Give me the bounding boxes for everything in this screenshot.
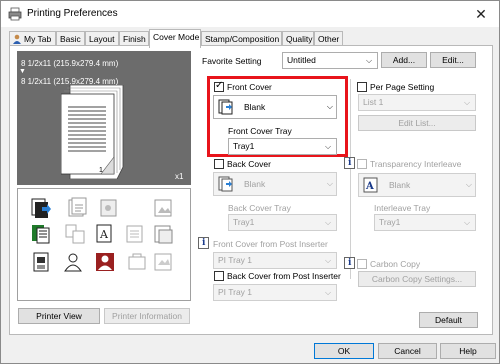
function-icon-panel: A bbox=[17, 188, 191, 301]
chevron-down-icon: ⌵ bbox=[465, 180, 472, 189]
edit-list-button: Edit List... bbox=[358, 115, 476, 131]
favorite-setting-label: Favorite Setting bbox=[202, 56, 262, 66]
carbon-copy-checkbox bbox=[357, 259, 367, 269]
secure-print-icon[interactable] bbox=[126, 251, 148, 273]
svg-text:A: A bbox=[99, 228, 109, 241]
transparency-interleave-label: Transparency Interleave bbox=[370, 159, 462, 169]
page-stack-illustration bbox=[61, 85, 124, 179]
per-page-setting-checkbox[interactable] bbox=[357, 82, 367, 92]
close-button[interactable]: ✕ bbox=[471, 5, 491, 23]
printing-preferences-window: Printing Preferences ✕ My Tab Basic Layo… bbox=[0, 0, 500, 364]
carbon-copy-settings-button: Carbon Copy Settings... bbox=[358, 271, 476, 287]
chevron-down-icon: ⌵ bbox=[324, 142, 332, 151]
insert-image-icon[interactable] bbox=[152, 197, 174, 219]
booklet-icon[interactable] bbox=[66, 197, 88, 219]
chevron-down-icon: ⌵ bbox=[324, 288, 332, 297]
chapter-icon[interactable] bbox=[98, 197, 120, 219]
transparency-interleave-checkbox bbox=[357, 159, 367, 169]
overlay-icon[interactable] bbox=[124, 223, 146, 245]
cover-mode-icon[interactable] bbox=[30, 197, 52, 219]
favorite-setting-select[interactable]: Untitled ⌵ bbox=[282, 52, 378, 69]
printer-information-button: Printer Information bbox=[104, 308, 190, 324]
cancel-button[interactable]: Cancel bbox=[378, 343, 437, 359]
column-separator bbox=[350, 79, 351, 279]
tab-cover-mode[interactable]: Cover Mode bbox=[149, 29, 201, 48]
svg-text:A: A bbox=[365, 181, 374, 192]
cover-blank-icon bbox=[218, 99, 233, 115]
checkmark-icon: ✓ bbox=[215, 80, 224, 91]
chevron-down-icon: ⌵ bbox=[463, 98, 471, 107]
add-favorite-button[interactable]: Add... bbox=[381, 52, 427, 68]
carbon-copy-label: Carbon Copy bbox=[370, 259, 421, 269]
back-cover-select: Blank ⌵ bbox=[213, 172, 337, 196]
front-cover-tray-select[interactable]: Tray1 ⌵ bbox=[228, 138, 337, 155]
window-title: Printing Preferences bbox=[27, 8, 118, 19]
info-icon: i bbox=[198, 237, 209, 249]
per-page-list-select: List 1 ⌵ bbox=[358, 94, 476, 111]
front-cover-checkbox[interactable]: ✓ bbox=[214, 80, 224, 92]
printer-icon bbox=[8, 7, 22, 21]
chevron-down-icon: ⌵ bbox=[326, 179, 333, 188]
cover-blank-icon bbox=[218, 176, 233, 192]
chevron-down-icon: ⌵ bbox=[326, 102, 333, 111]
info-icon: i bbox=[344, 257, 355, 269]
box-save-icon[interactable] bbox=[152, 251, 174, 273]
front-cover-post-inserter-select: PI Tray 1 ⌵ bbox=[213, 252, 337, 269]
down-arrow-icon: ▼ bbox=[19, 68, 26, 75]
front-cover-label: Front Cover bbox=[227, 82, 272, 92]
preview-paper-size-original: 8 1/2x11 (215.9x279.4 mm) bbox=[21, 59, 119, 68]
title-bar: Printing Preferences ✕ bbox=[1, 1, 499, 27]
front-cover-post-inserter-label: Front Cover from Post Inserter bbox=[213, 239, 328, 249]
per-page-setting-label: Per Page Setting bbox=[370, 82, 435, 92]
header-footer-icon[interactable] bbox=[30, 251, 52, 273]
account-track-icon[interactable] bbox=[94, 251, 116, 273]
edit-favorite-button[interactable]: Edit... bbox=[430, 52, 476, 68]
transparency-interleave-select: A Blank ⌵ bbox=[358, 173, 476, 197]
interleave-tray-label: Interleave Tray bbox=[374, 203, 431, 213]
user-authentication-icon[interactable] bbox=[62, 251, 84, 273]
insert-sheet-icon[interactable] bbox=[30, 223, 52, 245]
front-cover-tray-label: Front Cover Tray bbox=[228, 126, 292, 136]
chevron-down-icon: ⌵ bbox=[365, 56, 373, 65]
page-number-icon[interactable] bbox=[152, 223, 174, 245]
back-cover-label: Back Cover bbox=[227, 159, 271, 169]
default-button[interactable]: Default bbox=[419, 312, 478, 328]
user-icon bbox=[13, 34, 21, 44]
preview-page-number: 1 bbox=[99, 167, 103, 174]
printer-view-button[interactable]: Printer View bbox=[18, 308, 100, 324]
info-icon: i bbox=[344, 157, 355, 169]
back-cover-checkbox[interactable] bbox=[214, 159, 224, 169]
watermark-icon[interactable] bbox=[64, 223, 86, 245]
back-cover-tray-label: Back Cover Tray bbox=[228, 203, 291, 213]
help-button[interactable]: Help bbox=[440, 343, 496, 359]
chevron-down-icon: ⌵ bbox=[463, 218, 471, 227]
back-cover-tray-select: Tray1 ⌵ bbox=[228, 214, 337, 231]
stamp-text-icon[interactable]: A bbox=[94, 223, 116, 245]
transparency-a-icon: A bbox=[363, 177, 378, 193]
chevron-down-icon: ⌵ bbox=[324, 256, 332, 265]
chevron-down-icon: ⌵ bbox=[324, 218, 332, 227]
ok-button[interactable]: OK bbox=[314, 343, 374, 359]
preview-copy-count: x1 bbox=[175, 172, 184, 181]
interleave-tray-select: Tray1 ⌵ bbox=[374, 214, 476, 231]
back-cover-post-inserter-select: PI Tray 1 ⌵ bbox=[213, 284, 337, 301]
front-cover-select[interactable]: Blank ⌵ bbox=[213, 95, 337, 119]
back-cover-post-inserter-checkbox[interactable] bbox=[214, 271, 224, 281]
back-cover-post-inserter-label: Back Cover from Post Inserter bbox=[227, 271, 341, 281]
